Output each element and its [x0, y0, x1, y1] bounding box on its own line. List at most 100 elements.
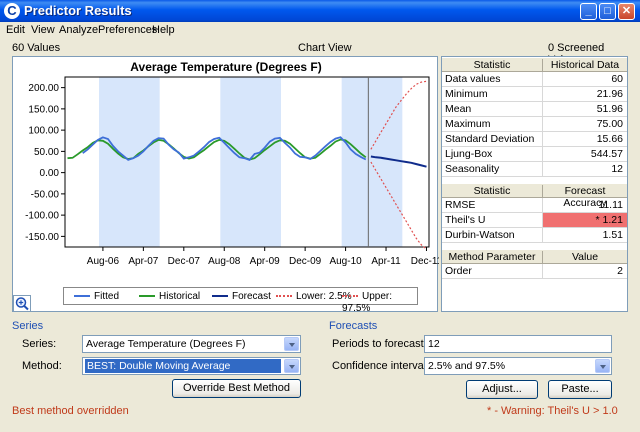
stats-row: Data values 60 [442, 72, 627, 87]
y-tick-label: -50.00 [31, 189, 60, 200]
stat-name: Durbin-Watson [445, 229, 515, 241]
periods-input[interactable] [424, 335, 612, 353]
shaded-band [220, 77, 281, 247]
confidence-label: Confidence interval: [332, 360, 430, 372]
stat-value: 544.57 [590, 148, 623, 160]
stat-value: 60 [611, 73, 623, 85]
menu-help[interactable]: Help [152, 24, 175, 36]
x-tick-label: Dec-11 [411, 256, 439, 267]
stats-row: Ljung-Box 544.57 [442, 147, 627, 162]
stats-header-col2: Forecast Accuracy [542, 185, 627, 209]
forecasts-heading: Forecasts [329, 320, 378, 332]
menu-edit[interactable]: Edit [6, 24, 25, 36]
stat-name: Ljung-Box [445, 148, 493, 160]
maximize-button[interactable]: □ [599, 3, 616, 20]
y-tick-label: 0.00 [40, 168, 60, 179]
stat-value: 12 [611, 163, 623, 175]
stats-header: Statistic Forecast Accuracy [442, 183, 627, 209]
stat-name: Theil's U [445, 214, 486, 226]
stat-name: Seasonality [445, 163, 500, 175]
legend-fitted: Fitted [74, 291, 119, 303]
x-tick-label: Apr-07 [128, 256, 158, 267]
y-tick-label: 200.00 [28, 83, 59, 94]
override-best-method-button[interactable]: Override Best Method [172, 379, 301, 398]
legend-historical: Historical [139, 291, 200, 303]
chart-legend: Fitted Historical Forecast Lower: 2.5% U… [63, 287, 418, 314]
stats-header-col1: Statistic [473, 185, 511, 197]
stat-value: 11.11 [598, 199, 623, 211]
stat-value: 75.00 [596, 118, 623, 130]
close-button[interactable]: ✕ [618, 3, 635, 20]
stat-name: Standard Deviation [445, 133, 535, 145]
menu-analyze[interactable]: Analyze [59, 24, 98, 36]
series-label: Series: [22, 338, 57, 350]
chart-panel: Average Temperature (Degrees F) 200.00 15… [12, 56, 439, 314]
stats-row: Mean 51.96 [442, 102, 627, 117]
stat-value: * 1.21 [595, 214, 623, 226]
chevron-down-icon [595, 359, 610, 373]
zoom-button[interactable] [13, 295, 31, 312]
stats-header: Method Parameter Value [442, 249, 627, 264]
stats-header: Statistic Historical Data [442, 57, 627, 72]
magnifier-icon [15, 297, 29, 311]
warning-message: * - Warning: Theil's U > 1.0 [487, 405, 618, 417]
stats-row: Durbin-Watson 1.51 [442, 228, 627, 243]
window-title: Predictor Results [24, 3, 132, 18]
legend-lower: Lower: 2.5% [276, 291, 352, 303]
stats-row: Standard Deviation 15.66 [442, 132, 627, 147]
y-tick-label: -100.00 [25, 211, 59, 222]
paste-button[interactable]: Paste... [548, 380, 612, 399]
stat-name: Maximum [445, 118, 491, 130]
shaded-band [99, 77, 160, 247]
x-tick-label: Dec-07 [168, 256, 201, 267]
stats-row: Seasonality 12 [442, 162, 627, 177]
confidence-dropdown[interactable]: 2.5% and 97.5% [424, 357, 612, 375]
method-label: Method: [22, 360, 62, 372]
statistics-table: Statistic Historical Data Data values 60 Min… [441, 56, 628, 312]
series-dropdown[interactable]: Average Temperature (Degrees F) [82, 335, 301, 353]
stat-name: Minimum [445, 88, 488, 100]
stat-value: 2 [617, 265, 623, 277]
stat-name: Mean [445, 103, 472, 115]
method-dropdown[interactable]: BEST: Double Moving Average [82, 357, 301, 375]
stat-name: RMSE [445, 199, 476, 211]
x-tick-label: Apr-09 [250, 256, 280, 267]
chevron-down-icon [284, 337, 299, 351]
stats-header-col1: Statistic [473, 59, 511, 71]
minimize-button[interactable]: _ [580, 3, 597, 20]
y-tick-label: 100.00 [28, 126, 59, 137]
periods-label: Periods to forecast: [332, 338, 427, 350]
app-icon: C [4, 3, 20, 19]
stat-value: 21.96 [596, 88, 623, 100]
values-count: 60 Values [12, 42, 61, 54]
title-bar: C Predictor Results _ □ ✕ [0, 0, 640, 22]
menu-preferences[interactable]: Preferences [98, 24, 157, 36]
x-tick-label: Aug-06 [87, 256, 120, 267]
x-tick-label: Apr-11 [371, 256, 401, 267]
stat-value: 15.66 [596, 133, 623, 145]
adjust-button[interactable]: Adjust... [466, 380, 538, 399]
chevron-down-icon [284, 359, 299, 373]
legend-forecast: Forecast [212, 291, 271, 303]
stat-value: 51.96 [596, 103, 623, 115]
status-message: Best method overridden [12, 405, 129, 417]
x-tick-label: Aug-10 [329, 256, 362, 267]
stat-name: Data values [445, 73, 501, 85]
stat-value: 1.51 [602, 229, 623, 241]
stats-header-col2: Historical Data [542, 59, 627, 72]
y-tick-label: 50.00 [34, 147, 59, 158]
view-label: Chart View [298, 42, 352, 54]
legend-upper: Upper: 97.5% [342, 291, 393, 314]
menu-view[interactable]: View [31, 24, 55, 36]
stats-row: Minimum 21.96 [442, 87, 627, 102]
stats-header-col2: Value [542, 251, 627, 264]
stats-row: Theil's U * 1.21 [442, 213, 627, 228]
stat-name: Order [445, 265, 472, 277]
menu-bar: Edit View Analyze Preferences Help [0, 22, 640, 38]
stats-header-col1: Method Parameter [448, 251, 536, 263]
x-tick-label: Aug-08 [208, 256, 241, 267]
stats-row: Order 2 [442, 264, 627, 279]
stats-row: RMSE 11.11 [442, 198, 627, 213]
periods-field[interactable] [425, 336, 611, 352]
stats-row: Maximum 75.00 [442, 117, 627, 132]
